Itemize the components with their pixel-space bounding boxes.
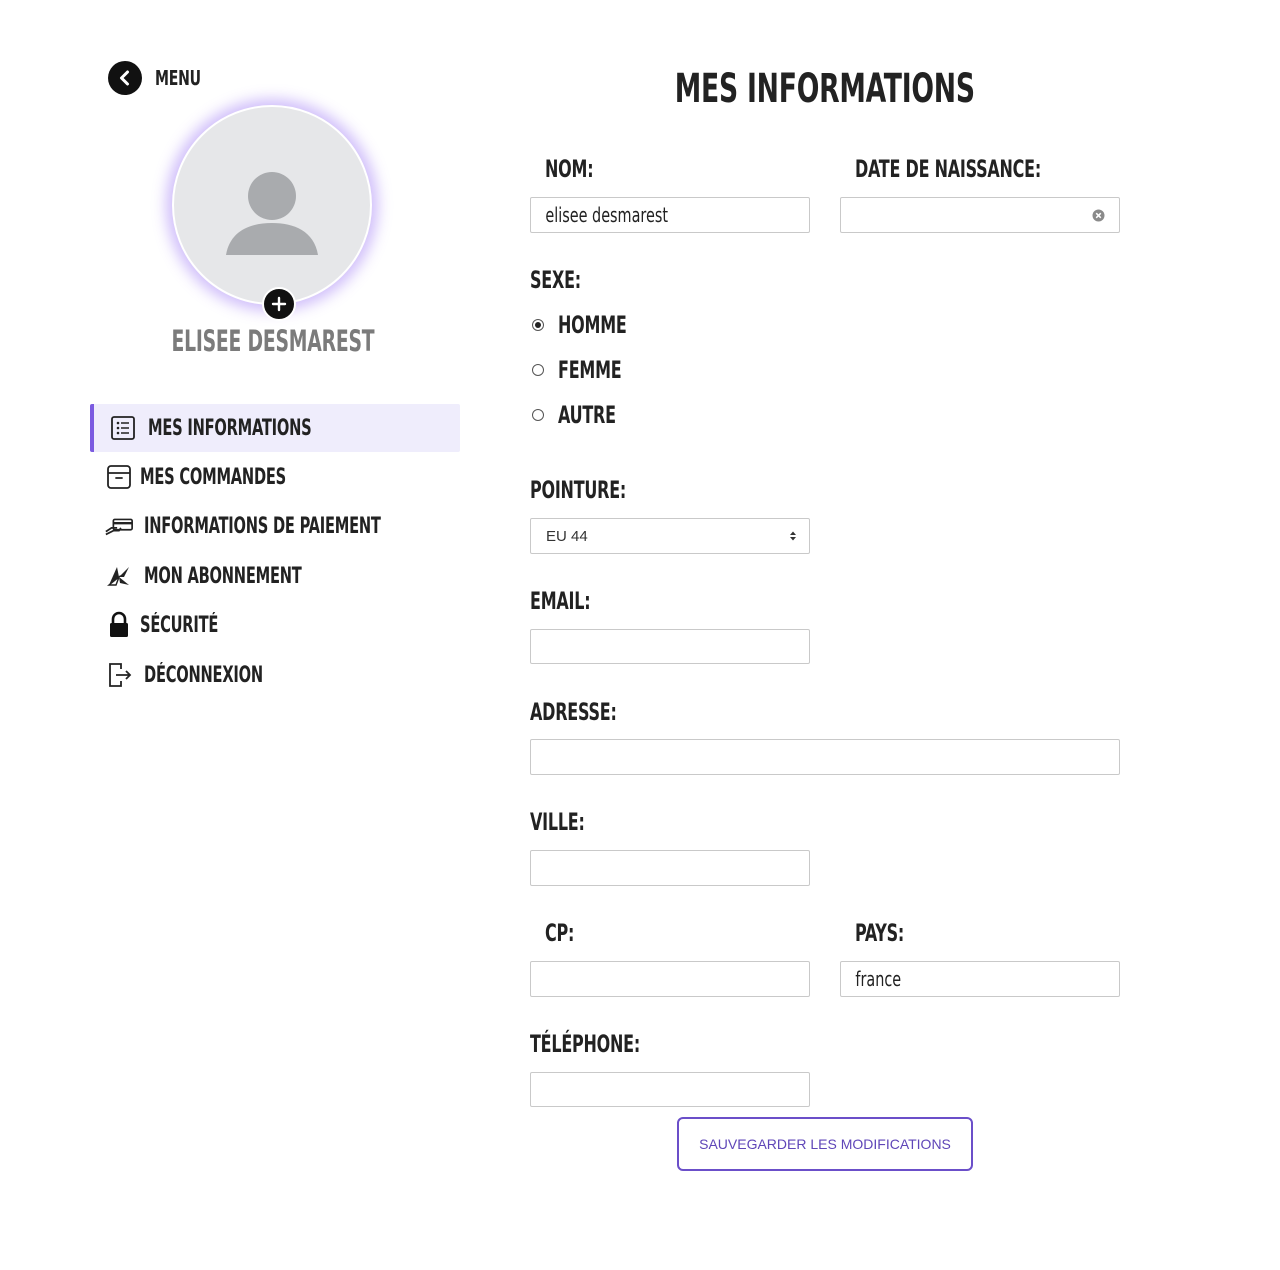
radio-button-selected[interactable] <box>532 319 544 331</box>
nom-label: NOM: <box>545 155 594 183</box>
nom-value: elisee desmarest <box>545 203 668 227</box>
sidebar-item-mes-commandes[interactable]: MES COMMANDES <box>90 453 460 501</box>
ville-field[interactable] <box>530 850 810 886</box>
box-icon <box>104 462 134 492</box>
pays-field[interactable]: france <box>840 961 1120 997</box>
chevron-left-icon <box>120 70 129 86</box>
adresse-field[interactable] <box>530 739 1120 775</box>
profile-name: ELISEE DESMAREST <box>171 324 374 358</box>
radio-homme[interactable]: HOMME <box>532 310 651 340</box>
telephone-field[interactable] <box>530 1072 810 1107</box>
sexe-label: SEXE: <box>530 266 581 294</box>
clear-icon[interactable] <box>1092 209 1105 222</box>
sidebar-item-label: SÉCURITÉ <box>140 612 219 638</box>
user-placeholder-icon <box>226 172 318 255</box>
pointure-label: POINTURE: <box>530 476 627 504</box>
cp-label: CP: <box>545 919 575 947</box>
telephone-label: TÉLÉPHONE: <box>530 1030 641 1058</box>
radio-button[interactable] <box>532 364 544 376</box>
ville-label: VILLE: <box>530 808 585 836</box>
plus-icon <box>271 296 287 312</box>
radio-label: HOMME <box>558 311 627 339</box>
date-naissance-field[interactable] <box>840 197 1120 233</box>
pointure-select[interactable]: EU 44 <box>530 518 810 554</box>
adresse-label: ADRESSE: <box>530 698 617 726</box>
save-button[interactable]: SAUVEGARDER LES MODIFICATIONS <box>677 1117 973 1171</box>
sidebar-item-mes-informations[interactable]: MES INFORMATIONS <box>90 404 460 452</box>
save-button-label: SAUVEGARDER LES MODIFICATIONS <box>699 1136 951 1152</box>
avatar <box>172 105 372 305</box>
pays-value: france <box>855 967 902 991</box>
subscription-icon <box>104 561 134 591</box>
radio-button[interactable] <box>532 409 544 421</box>
pointure-value: EU 44 <box>546 527 588 545</box>
select-arrows-icon <box>789 530 797 542</box>
page-title: MES INFORMATIONS <box>674 66 976 112</box>
logout-icon <box>104 660 134 690</box>
sidebar-item-label: INFORMATIONS DE PAIEMENT <box>144 513 381 539</box>
sidebar-item-securite[interactable]: SÉCURITÉ <box>90 601 460 649</box>
radio-autre[interactable]: AUTRE <box>532 400 636 430</box>
sidebar-item-label: MES INFORMATIONS <box>148 415 312 441</box>
pays-label: PAYS: <box>855 919 905 947</box>
sidebar-item-deconnexion[interactable]: DÉCONNEXION <box>90 651 460 699</box>
sidebar-item-label: DÉCONNEXION <box>144 662 263 688</box>
nom-field[interactable]: elisee desmarest <box>530 197 810 233</box>
back-button[interactable] <box>108 61 142 95</box>
date-naissance-label: DATE DE NAISSANCE: <box>855 155 1042 183</box>
lock-icon <box>104 610 134 640</box>
sidebar-item-label: MES COMMANDES <box>140 464 287 490</box>
email-field[interactable] <box>530 629 810 664</box>
cp-field[interactable] <box>530 961 810 997</box>
list-icon <box>108 413 138 443</box>
sidebar-item-mon-abonnement[interactable]: MON ABONNEMENT <box>90 552 460 600</box>
radio-label: AUTRE <box>558 401 616 429</box>
menu-label[interactable]: MENU <box>155 66 201 90</box>
add-photo-button[interactable] <box>262 287 296 321</box>
radio-femme[interactable]: FEMME <box>532 355 644 385</box>
email-label: EMAIL: <box>530 587 591 615</box>
radio-label: FEMME <box>558 356 622 384</box>
sidebar-item-informations-de-paiement[interactable]: INFORMATIONS DE PAIEMENT <box>90 502 460 550</box>
sidebar-item-label: MON ABONNEMENT <box>144 563 302 589</box>
payment-card-icon <box>104 511 134 541</box>
